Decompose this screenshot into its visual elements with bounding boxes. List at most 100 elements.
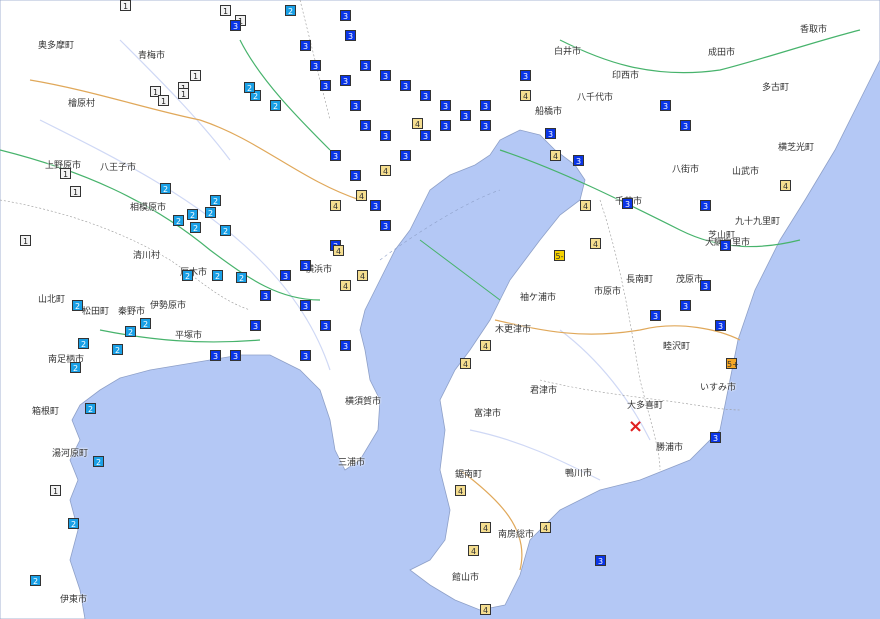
- intensity-marker[interactable]: 2: [93, 456, 104, 467]
- intensity-marker[interactable]: 2: [85, 403, 96, 414]
- intensity-marker[interactable]: 2: [173, 215, 184, 226]
- intensity-marker[interactable]: 5+: [726, 358, 739, 369]
- intensity-marker[interactable]: 3: [345, 30, 356, 41]
- intensity-marker[interactable]: 4: [380, 165, 391, 176]
- intensity-marker[interactable]: 3: [440, 100, 451, 111]
- intensity-marker[interactable]: 3: [310, 60, 321, 71]
- intensity-marker[interactable]: 2: [220, 225, 231, 236]
- intensity-marker[interactable]: 2: [244, 82, 255, 93]
- intensity-marker[interactable]: 3: [350, 100, 361, 111]
- intensity-marker[interactable]: 3: [680, 300, 691, 311]
- intensity-marker[interactable]: 4: [780, 180, 791, 191]
- intensity-marker[interactable]: 3: [360, 60, 371, 71]
- intensity-marker[interactable]: 4: [468, 545, 479, 556]
- intensity-marker[interactable]: 1: [50, 485, 61, 496]
- intensity-marker[interactable]: 3: [340, 10, 351, 21]
- intensity-marker[interactable]: 4: [330, 200, 341, 211]
- intensity-marker[interactable]: 3: [460, 110, 471, 121]
- intensity-marker[interactable]: 3: [545, 128, 556, 139]
- intensity-marker[interactable]: 3: [573, 155, 584, 166]
- intensity-marker[interactable]: 4: [356, 190, 367, 201]
- intensity-marker[interactable]: 1: [70, 186, 81, 197]
- intensity-marker[interactable]: 3: [330, 150, 341, 161]
- intensity-marker[interactable]: 2: [112, 344, 123, 355]
- intensity-marker[interactable]: 4: [412, 118, 423, 129]
- intensity-marker[interactable]: 4: [580, 200, 591, 211]
- intensity-marker[interactable]: 3: [370, 200, 381, 211]
- intensity-marker[interactable]: 3: [420, 90, 431, 101]
- intensity-marker[interactable]: 3: [350, 170, 361, 181]
- intensity-marker[interactable]: 3: [360, 120, 371, 131]
- intensity-marker[interactable]: 3: [380, 130, 391, 141]
- intensity-marker[interactable]: 3: [340, 75, 351, 86]
- intensity-marker[interactable]: 2: [140, 318, 151, 329]
- intensity-marker[interactable]: 2: [30, 575, 41, 586]
- intensity-marker[interactable]: 3: [595, 555, 606, 566]
- intensity-marker[interactable]: 2: [285, 5, 296, 16]
- intensity-marker[interactable]: 3: [230, 350, 241, 361]
- intensity-marker[interactable]: 2: [160, 183, 171, 194]
- intensity-marker[interactable]: 3: [400, 80, 411, 91]
- intensity-marker[interactable]: 3: [622, 198, 633, 209]
- intensity-marker[interactable]: 3: [710, 432, 721, 443]
- intensity-marker[interactable]: 3: [400, 150, 411, 161]
- intensity-marker[interactable]: 3: [700, 280, 711, 291]
- intensity-marker[interactable]: 2: [70, 362, 81, 373]
- earthquake-intensity-map[interactable]: 奥多摩町 青梅市 檜原村 八王子市 上野原市 相模原市 清川村 山北町 松田町 秦野市 南足柄市 箱根…: [0, 0, 880, 619]
- intensity-marker[interactable]: 3: [720, 240, 731, 251]
- intensity-marker[interactable]: 1: [158, 95, 169, 106]
- intensity-marker[interactable]: 2: [182, 270, 193, 281]
- intensity-marker[interactable]: 3: [280, 270, 291, 281]
- intensity-marker[interactable]: 1: [60, 168, 71, 179]
- intensity-marker[interactable]: 3: [260, 290, 271, 301]
- intensity-marker[interactable]: 2: [125, 326, 136, 337]
- intensity-marker[interactable]: 2: [270, 100, 281, 111]
- intensity-marker[interactable]: 2: [210, 195, 221, 206]
- intensity-marker[interactable]: 3: [480, 120, 491, 131]
- intensity-marker[interactable]: 2: [212, 270, 223, 281]
- intensity-marker[interactable]: 3: [300, 350, 311, 361]
- intensity-marker[interactable]: 4: [340, 280, 351, 291]
- intensity-marker[interactable]: 3: [230, 20, 241, 31]
- intensity-marker[interactable]: 5-: [554, 250, 565, 261]
- intensity-marker[interactable]: 3: [380, 220, 391, 231]
- intensity-marker[interactable]: 3: [420, 130, 431, 141]
- intensity-marker[interactable]: 1: [20, 235, 31, 246]
- intensity-marker[interactable]: 2: [236, 272, 247, 283]
- intensity-marker[interactable]: 4: [480, 604, 491, 615]
- intensity-marker[interactable]: 3: [660, 100, 671, 111]
- intensity-marker[interactable]: 4: [550, 150, 561, 161]
- intensity-marker[interactable]: 3: [300, 260, 311, 271]
- intensity-marker[interactable]: 1: [220, 5, 231, 16]
- intensity-marker[interactable]: 3: [520, 70, 531, 81]
- intensity-marker[interactable]: 3: [250, 320, 261, 331]
- intensity-marker[interactable]: 1: [178, 88, 189, 99]
- intensity-marker[interactable]: 4: [590, 238, 601, 249]
- intensity-marker[interactable]: 3: [210, 350, 221, 361]
- intensity-marker[interactable]: 3: [700, 200, 711, 211]
- intensity-marker[interactable]: 3: [300, 40, 311, 51]
- intensity-marker[interactable]: 3: [715, 320, 726, 331]
- intensity-marker[interactable]: 2: [72, 300, 83, 311]
- intensity-marker[interactable]: 3: [650, 310, 661, 321]
- intensity-marker[interactable]: 2: [78, 338, 89, 349]
- intensity-marker[interactable]: 4: [357, 270, 368, 281]
- intensity-marker[interactable]: 1: [190, 70, 201, 81]
- intensity-marker[interactable]: 2: [68, 518, 79, 529]
- intensity-marker[interactable]: 1: [120, 0, 131, 11]
- intensity-marker[interactable]: 4: [480, 522, 491, 533]
- intensity-marker[interactable]: 3: [300, 300, 311, 311]
- intensity-marker[interactable]: 2: [190, 222, 201, 233]
- intensity-marker[interactable]: 3: [680, 120, 691, 131]
- intensity-marker[interactable]: 4: [540, 522, 551, 533]
- intensity-marker[interactable]: 4: [480, 340, 491, 351]
- intensity-marker[interactable]: 3: [340, 340, 351, 351]
- intensity-marker[interactable]: 4: [333, 245, 344, 256]
- intensity-marker[interactable]: 2: [187, 209, 198, 220]
- intensity-marker[interactable]: 4: [520, 90, 531, 101]
- intensity-marker[interactable]: 3: [380, 70, 391, 81]
- intensity-marker[interactable]: 3: [320, 80, 331, 91]
- intensity-marker[interactable]: 4: [455, 485, 466, 496]
- intensity-marker[interactable]: 3: [480, 100, 491, 111]
- intensity-marker[interactable]: 3: [440, 120, 451, 131]
